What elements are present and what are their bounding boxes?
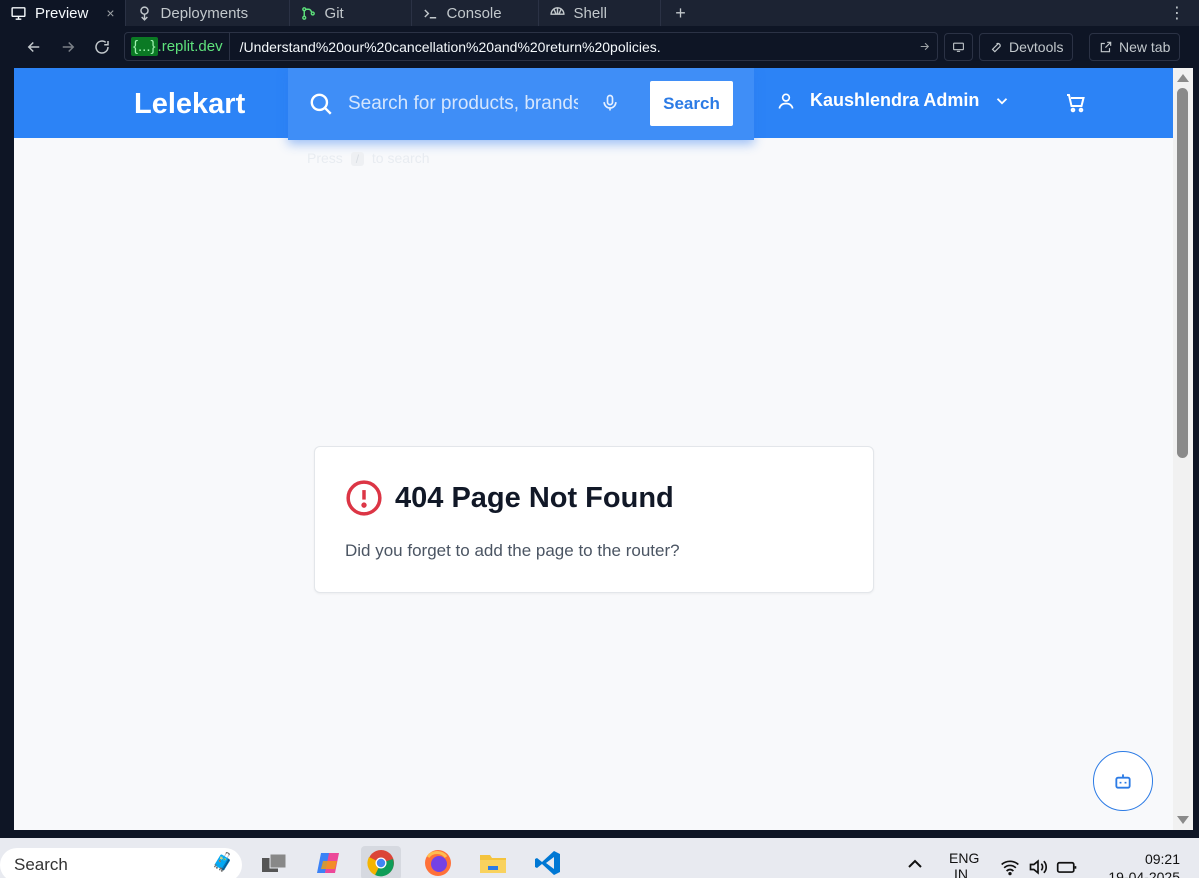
task-view-icon[interactable] bbox=[255, 846, 295, 878]
tab-shell[interactable]: Shell bbox=[539, 0, 661, 26]
scroll-thumb[interactable] bbox=[1177, 88, 1188, 458]
scroll-down-icon[interactable] bbox=[1177, 816, 1189, 824]
user-icon bbox=[778, 93, 794, 109]
tab-console[interactable]: Console bbox=[412, 0, 539, 26]
language-indicator[interactable]: ENG IN bbox=[949, 850, 979, 878]
preview-viewport: Lelekart Search Kaushlendra Admin Press … bbox=[14, 68, 1173, 830]
external-link-icon bbox=[1100, 41, 1112, 53]
error-title-row: 404 Page Not Found bbox=[345, 479, 674, 517]
reload-button[interactable] bbox=[85, 30, 119, 64]
tab-label: Deployments bbox=[160, 4, 249, 22]
vertical-scrollbar[interactable] bbox=[1173, 68, 1193, 830]
go-arrow-icon[interactable] bbox=[911, 40, 937, 53]
devtools-button[interactable]: Devtools bbox=[979, 33, 1074, 61]
more-options-icon[interactable]: ⋮ bbox=[1169, 0, 1185, 26]
clock[interactable]: 09:21 19-04-2025 bbox=[1100, 850, 1180, 878]
tab-label: Shell bbox=[573, 4, 607, 22]
user-name: Kaushlendra Admin bbox=[810, 90, 980, 110]
wrench-icon bbox=[991, 42, 1001, 53]
tab-strip: Preview × Deployments Git Console Shell … bbox=[0, 0, 1199, 26]
add-tab-button[interactable]: + bbox=[661, 0, 701, 26]
file-explorer-icon[interactable] bbox=[473, 846, 513, 878]
forward-button[interactable] bbox=[51, 30, 85, 64]
new-tab-button[interactable]: New tab bbox=[1089, 33, 1181, 61]
taskbar: Search 🧳 ENG IN 09:21 19-04-2025 bbox=[0, 838, 1199, 878]
tab-label: Console bbox=[446, 4, 502, 22]
taskbar-search-label: Search bbox=[14, 855, 68, 874]
url-field[interactable]: {...} .replit.dev /Understand%20our%20ca… bbox=[124, 32, 938, 61]
close-icon[interactable]: × bbox=[106, 5, 114, 21]
language-bottom: IN bbox=[954, 866, 968, 878]
microphone-icon[interactable] bbox=[600, 92, 620, 114]
search-panel: Search bbox=[288, 68, 754, 140]
site-header: Lelekart Search Kaushlendra Admin bbox=[14, 68, 1173, 140]
clock-date: 19-04-2025 bbox=[1108, 869, 1180, 878]
system-tray-icons[interactable] bbox=[1000, 858, 1078, 876]
tray-chevron-up-icon[interactable] bbox=[906, 856, 924, 872]
taskbar-search[interactable]: Search 🧳 bbox=[0, 848, 242, 878]
tab-git[interactable]: Git bbox=[290, 0, 412, 26]
devtools-label: Devtools bbox=[1009, 39, 1064, 55]
search-input[interactable] bbox=[348, 90, 578, 118]
language-top: ENG bbox=[949, 850, 980, 866]
chatbot-button[interactable] bbox=[1093, 751, 1153, 811]
url-path[interactable]: /Understand%20our%20cancellation%20and%2… bbox=[230, 39, 911, 55]
arrow-left-icon bbox=[27, 41, 40, 53]
console-icon bbox=[423, 8, 436, 18]
new-tab-label: New tab bbox=[1119, 39, 1171, 55]
site-logo[interactable]: Lelekart bbox=[134, 88, 245, 121]
search-hint: Press / to search bbox=[307, 150, 430, 166]
copilot-icon[interactable] bbox=[309, 846, 349, 878]
hint-key: / bbox=[350, 152, 365, 166]
reload-icon bbox=[95, 40, 109, 54]
domain-chip: {...} .replit.dev bbox=[125, 33, 230, 60]
deployments-icon bbox=[139, 5, 149, 21]
search-highlight-icon: 🧳 bbox=[211, 852, 234, 872]
address-bar: {...} .replit.dev /Understand%20our%20ca… bbox=[0, 26, 1199, 68]
tab-deployments[interactable]: Deployments bbox=[126, 0, 290, 26]
hint-suffix: to search bbox=[371, 150, 430, 166]
search-button[interactable]: Search bbox=[650, 81, 733, 126]
user-menu[interactable]: Kaushlendra Admin bbox=[776, 90, 1011, 111]
firefox-icon[interactable] bbox=[418, 846, 458, 878]
battery-icon bbox=[1056, 861, 1077, 873]
error-card: 404 Page Not Found Did you forget to add… bbox=[314, 446, 874, 593]
chrome-icon[interactable] bbox=[361, 846, 401, 878]
clock-time: 09:21 bbox=[1144, 851, 1180, 867]
back-button[interactable] bbox=[17, 30, 51, 64]
tab-preview[interactable]: Preview × bbox=[0, 0, 126, 26]
monitor-icon bbox=[11, 6, 26, 20]
search-icon bbox=[310, 93, 332, 115]
domain-suffix: .replit.dev bbox=[157, 38, 223, 55]
device-icon bbox=[953, 42, 964, 52]
error-description: Did you forget to add the page to the ro… bbox=[345, 541, 680, 560]
domain-braces: {...} bbox=[131, 37, 158, 56]
vscode-icon[interactable] bbox=[528, 846, 568, 878]
chevron-down-icon bbox=[997, 97, 1008, 105]
tab-label: Preview bbox=[35, 4, 89, 22]
alert-circle-icon bbox=[346, 480, 382, 516]
wifi-icon bbox=[1001, 860, 1019, 876]
error-title: 404 Page Not Found bbox=[395, 481, 674, 514]
bot-icon bbox=[1115, 774, 1131, 789]
volume-icon bbox=[1029, 859, 1048, 875]
shell-icon bbox=[549, 6, 565, 15]
device-preview-button[interactable] bbox=[944, 33, 973, 61]
tab-label: Git bbox=[324, 4, 344, 22]
git-icon bbox=[301, 6, 315, 20]
cart-icon[interactable] bbox=[1064, 91, 1088, 115]
arrow-right-icon bbox=[62, 41, 75, 53]
scroll-up-icon[interactable] bbox=[1177, 74, 1189, 82]
hint-prefix: Press bbox=[307, 150, 343, 166]
